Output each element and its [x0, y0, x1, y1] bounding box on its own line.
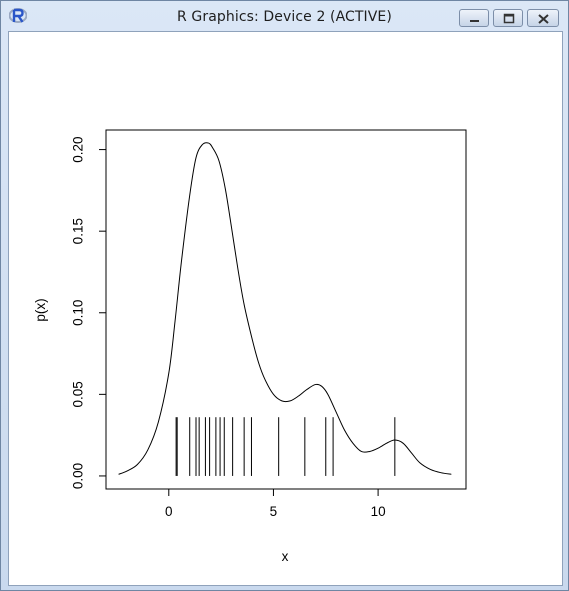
r-graphics-window: R Graphics: Device 2 (ACTIVE) 0 5 10 0.00 0… [0, 0, 569, 591]
x-tick-label: 10 [371, 504, 386, 519]
y-tick-label: 0.05 [71, 381, 86, 407]
y-axis-label: p(x) [33, 298, 48, 321]
minimize-icon [470, 20, 479, 22]
minimize-button[interactable] [459, 9, 489, 27]
close-button[interactable] [527, 9, 559, 27]
rug-marks [175, 417, 396, 476]
x-tick-label: 0 [165, 504, 173, 519]
x-tick-label: 5 [270, 504, 278, 519]
plot-box [105, 129, 467, 490]
y-axis: 0.00 0.05 0.10 0.15 0.20 [71, 136, 106, 489]
density-plot: 0 5 10 0.00 0.05 0.10 0.15 0.20 x p(x) [33, 129, 467, 564]
x-axis-label: x [282, 549, 289, 564]
x-axis: 0 5 10 [165, 489, 386, 519]
y-tick-label: 0.00 [71, 463, 86, 489]
y-tick-label: 0.20 [71, 136, 86, 162]
close-icon [538, 14, 549, 24]
maximize-button[interactable] [493, 9, 523, 27]
density-curve [118, 142, 452, 475]
maximize-icon [503, 13, 515, 24]
y-tick-label: 0.15 [71, 218, 86, 244]
y-tick-label: 0.10 [71, 300, 86, 326]
title-bar[interactable]: R Graphics: Device 2 (ACTIVE) [1, 1, 568, 31]
graphics-device-canvas: 0 5 10 0.00 0.05 0.10 0.15 0.20 x p(x) [8, 31, 563, 586]
